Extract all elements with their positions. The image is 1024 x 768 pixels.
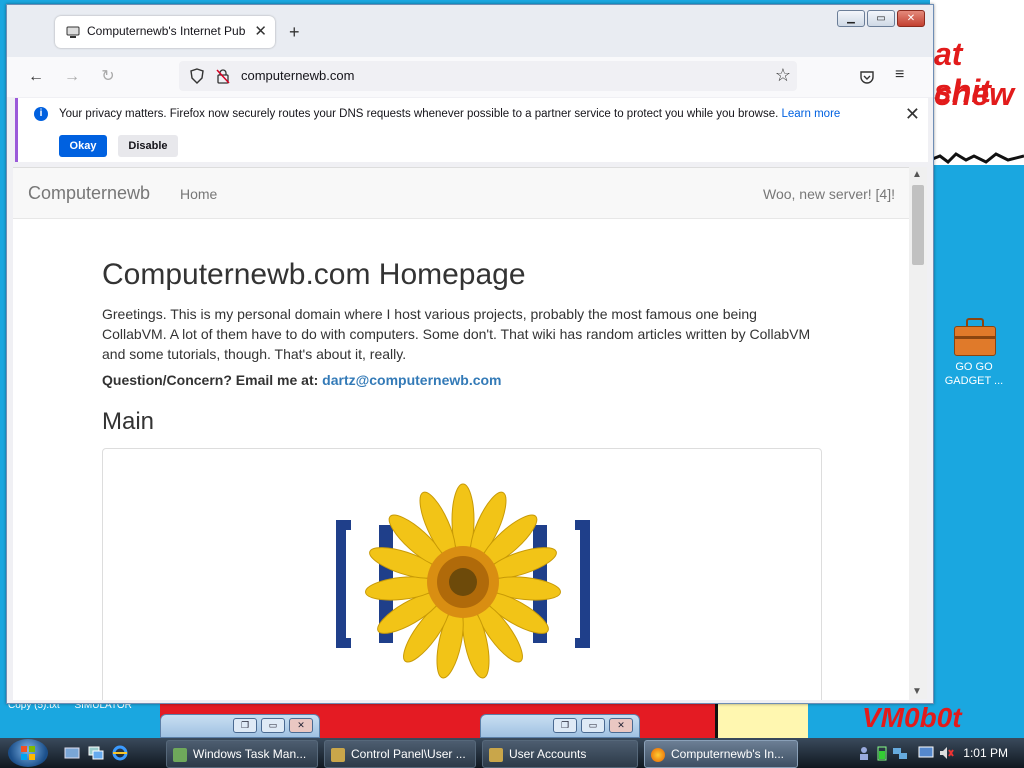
navigation-toolbar: ← → ↻ computernewb.com ☆ ≡ — [7, 57, 933, 97]
section-heading-main: Main — [102, 408, 155, 435]
site-navbar: Computernewb Home Woo, new server! [4]! — [13, 168, 909, 219]
tab-computernewb[interactable]: Computernewb's Internet Pub H ✕ — [55, 16, 275, 48]
network-tray-icon[interactable] — [892, 745, 908, 761]
firefox-icon — [651, 747, 665, 762]
taskbar-item-label: Computernewb's In... — [671, 747, 785, 761]
learn-more-link[interactable]: Learn more — [782, 108, 841, 120]
reload-icon[interactable]: ↻ — [96, 65, 120, 89]
minimized-window-2[interactable]: ❐ ▭ ✕ — [480, 714, 640, 738]
system-tray: 1:01 PM — [854, 738, 1024, 768]
taskbar-item-label: Control Panel\User ... — [351, 747, 466, 761]
okay-button[interactable]: Okay — [59, 135, 107, 157]
email-link[interactable]: dartz@computernewb.com — [322, 372, 501, 388]
close-button[interactable]: ✕ — [289, 718, 313, 733]
address-bar[interactable]: computernewb.com ☆ — [179, 61, 797, 91]
main-panel — [102, 448, 822, 700]
monitor-tray-icon[interactable] — [918, 745, 934, 761]
taskbar-item-user-accounts[interactable]: User Accounts — [482, 740, 638, 768]
site-brand-link[interactable]: Computernewb — [28, 183, 150, 204]
scrollbar-thumb[interactable] — [912, 185, 924, 265]
wallpaper-text-2: chew — [934, 76, 1015, 112]
site-favicon-icon — [66, 26, 80, 38]
info-icon: i — [34, 107, 48, 121]
tab-title: Computernewb's Internet Pub H — [87, 24, 247, 38]
window-controls: ▁ ▭ ✕ — [837, 10, 925, 27]
users-tray-icon[interactable] — [858, 745, 874, 761]
desktop-icon-gadget[interactable]: GO GO GADGET ... — [944, 316, 1004, 388]
nav-home-link[interactable]: Home — [180, 186, 217, 202]
notification-close-icon[interactable]: ✕ — [905, 104, 920, 125]
pocket-icon[interactable] — [859, 69, 875, 85]
tab-close-icon[interactable]: ✕ — [254, 22, 267, 40]
volume-muted-icon[interactable] — [938, 745, 954, 761]
control-panel-icon — [331, 747, 345, 762]
minimized-window-1[interactable]: ❐ ▭ ✕ — [160, 714, 320, 738]
wallpaper-vmobot-text: VM0b0t — [862, 702, 962, 733]
page-title: Computernewb.com Homepage — [102, 258, 526, 291]
desktop-icon-label: GO GO GADGET ... — [944, 361, 1004, 387]
taskbar: Windows Task Man... Control Panel\User .… — [0, 738, 1024, 768]
scroll-down-arrow-icon[interactable]: ▼ — [912, 686, 922, 697]
contact-label: Question/Concern? Email me at: — [102, 372, 319, 388]
start-button[interactable] — [8, 739, 48, 767]
nav-new-server-link[interactable]: Woo, new server! [4]! — [763, 186, 895, 202]
menu-hamburger-icon[interactable]: ≡ — [895, 66, 904, 84]
taskbar-item-control-panel[interactable]: Control Panel\User ... — [324, 740, 476, 768]
minimize-button[interactable]: ▁ — [837, 10, 865, 27]
forward-arrow-icon[interactable]: → — [60, 65, 84, 89]
switch-windows-icon[interactable] — [88, 745, 104, 761]
disable-button[interactable]: Disable — [118, 135, 178, 157]
notification-text: Your privacy matters. Firefox now secure… — [59, 108, 779, 120]
restore-button[interactable]: ❐ — [233, 718, 257, 733]
back-arrow-icon[interactable]: ← — [24, 65, 48, 89]
close-button[interactable]: ✕ — [609, 718, 633, 733]
maximize-button[interactable]: ▭ — [867, 10, 895, 27]
briefcase-icon — [954, 316, 996, 356]
page-scrollbar[interactable]: ▲ ▼ — [909, 167, 927, 699]
battery-tray-icon[interactable] — [876, 745, 888, 761]
maximize-button[interactable]: ▭ — [581, 718, 605, 733]
intro-paragraph: Greetings. This is my personal domain wh… — [102, 306, 811, 362]
bookmark-star-icon[interactable]: ☆ — [775, 65, 791, 86]
firefox-window: Computernewb's Internet Pub H ✕ + ▁ ▭ ✕ … — [6, 4, 934, 704]
wallpaper-yellow-band — [715, 700, 808, 740]
maximize-button[interactable]: ▭ — [261, 718, 285, 733]
page-content: Computernewb.com Homepage Greetings. Thi… — [102, 258, 822, 436]
user-accounts-icon — [489, 747, 503, 762]
close-button[interactable]: ✕ — [897, 10, 925, 27]
show-desktop-icon[interactable] — [64, 745, 80, 761]
wallpaper-jagged-edge — [930, 152, 1024, 164]
taskbar-item-label: User Accounts — [509, 747, 587, 761]
desktop: at shit chew GO GO GADGET ... VM0b0t Cop… — [0, 0, 1024, 768]
taskbar-item-firefox[interactable]: Computernewb's In... — [644, 740, 798, 768]
taskbar-item-label: Windows Task Man... — [193, 747, 307, 761]
internet-explorer-icon[interactable] — [112, 745, 128, 761]
windows-logo-icon — [21, 746, 35, 760]
scroll-up-arrow-icon[interactable]: ▲ — [912, 169, 922, 180]
taskbar-item-task-manager[interactable]: Windows Task Man... — [166, 740, 318, 768]
task-manager-icon — [173, 747, 187, 762]
new-tab-button[interactable]: + — [289, 22, 300, 43]
shield-icon[interactable] — [189, 68, 205, 84]
insecure-lock-icon[interactable] — [215, 68, 231, 84]
privacy-notification-bar: i Your privacy matters. Firefox now secu… — [15, 98, 928, 162]
contact-line: Question/Concern? Email me at: dartz@com… — [102, 372, 822, 388]
restore-button[interactable]: ❐ — [553, 718, 577, 733]
taskbar-clock[interactable]: 1:01 PM — [963, 746, 1008, 760]
collabvm-sunflower-logo — [336, 483, 590, 679]
page-viewport: Computernewb Home Woo, new server! [4]! … — [13, 167, 909, 700]
notification-message: Your privacy matters. Firefox now secure… — [59, 108, 840, 120]
title-bar[interactable]: Computernewb's Internet Pub H ✕ + ▁ ▭ ✕ — [7, 5, 933, 57]
url-text[interactable]: computernewb.com — [241, 68, 354, 83]
